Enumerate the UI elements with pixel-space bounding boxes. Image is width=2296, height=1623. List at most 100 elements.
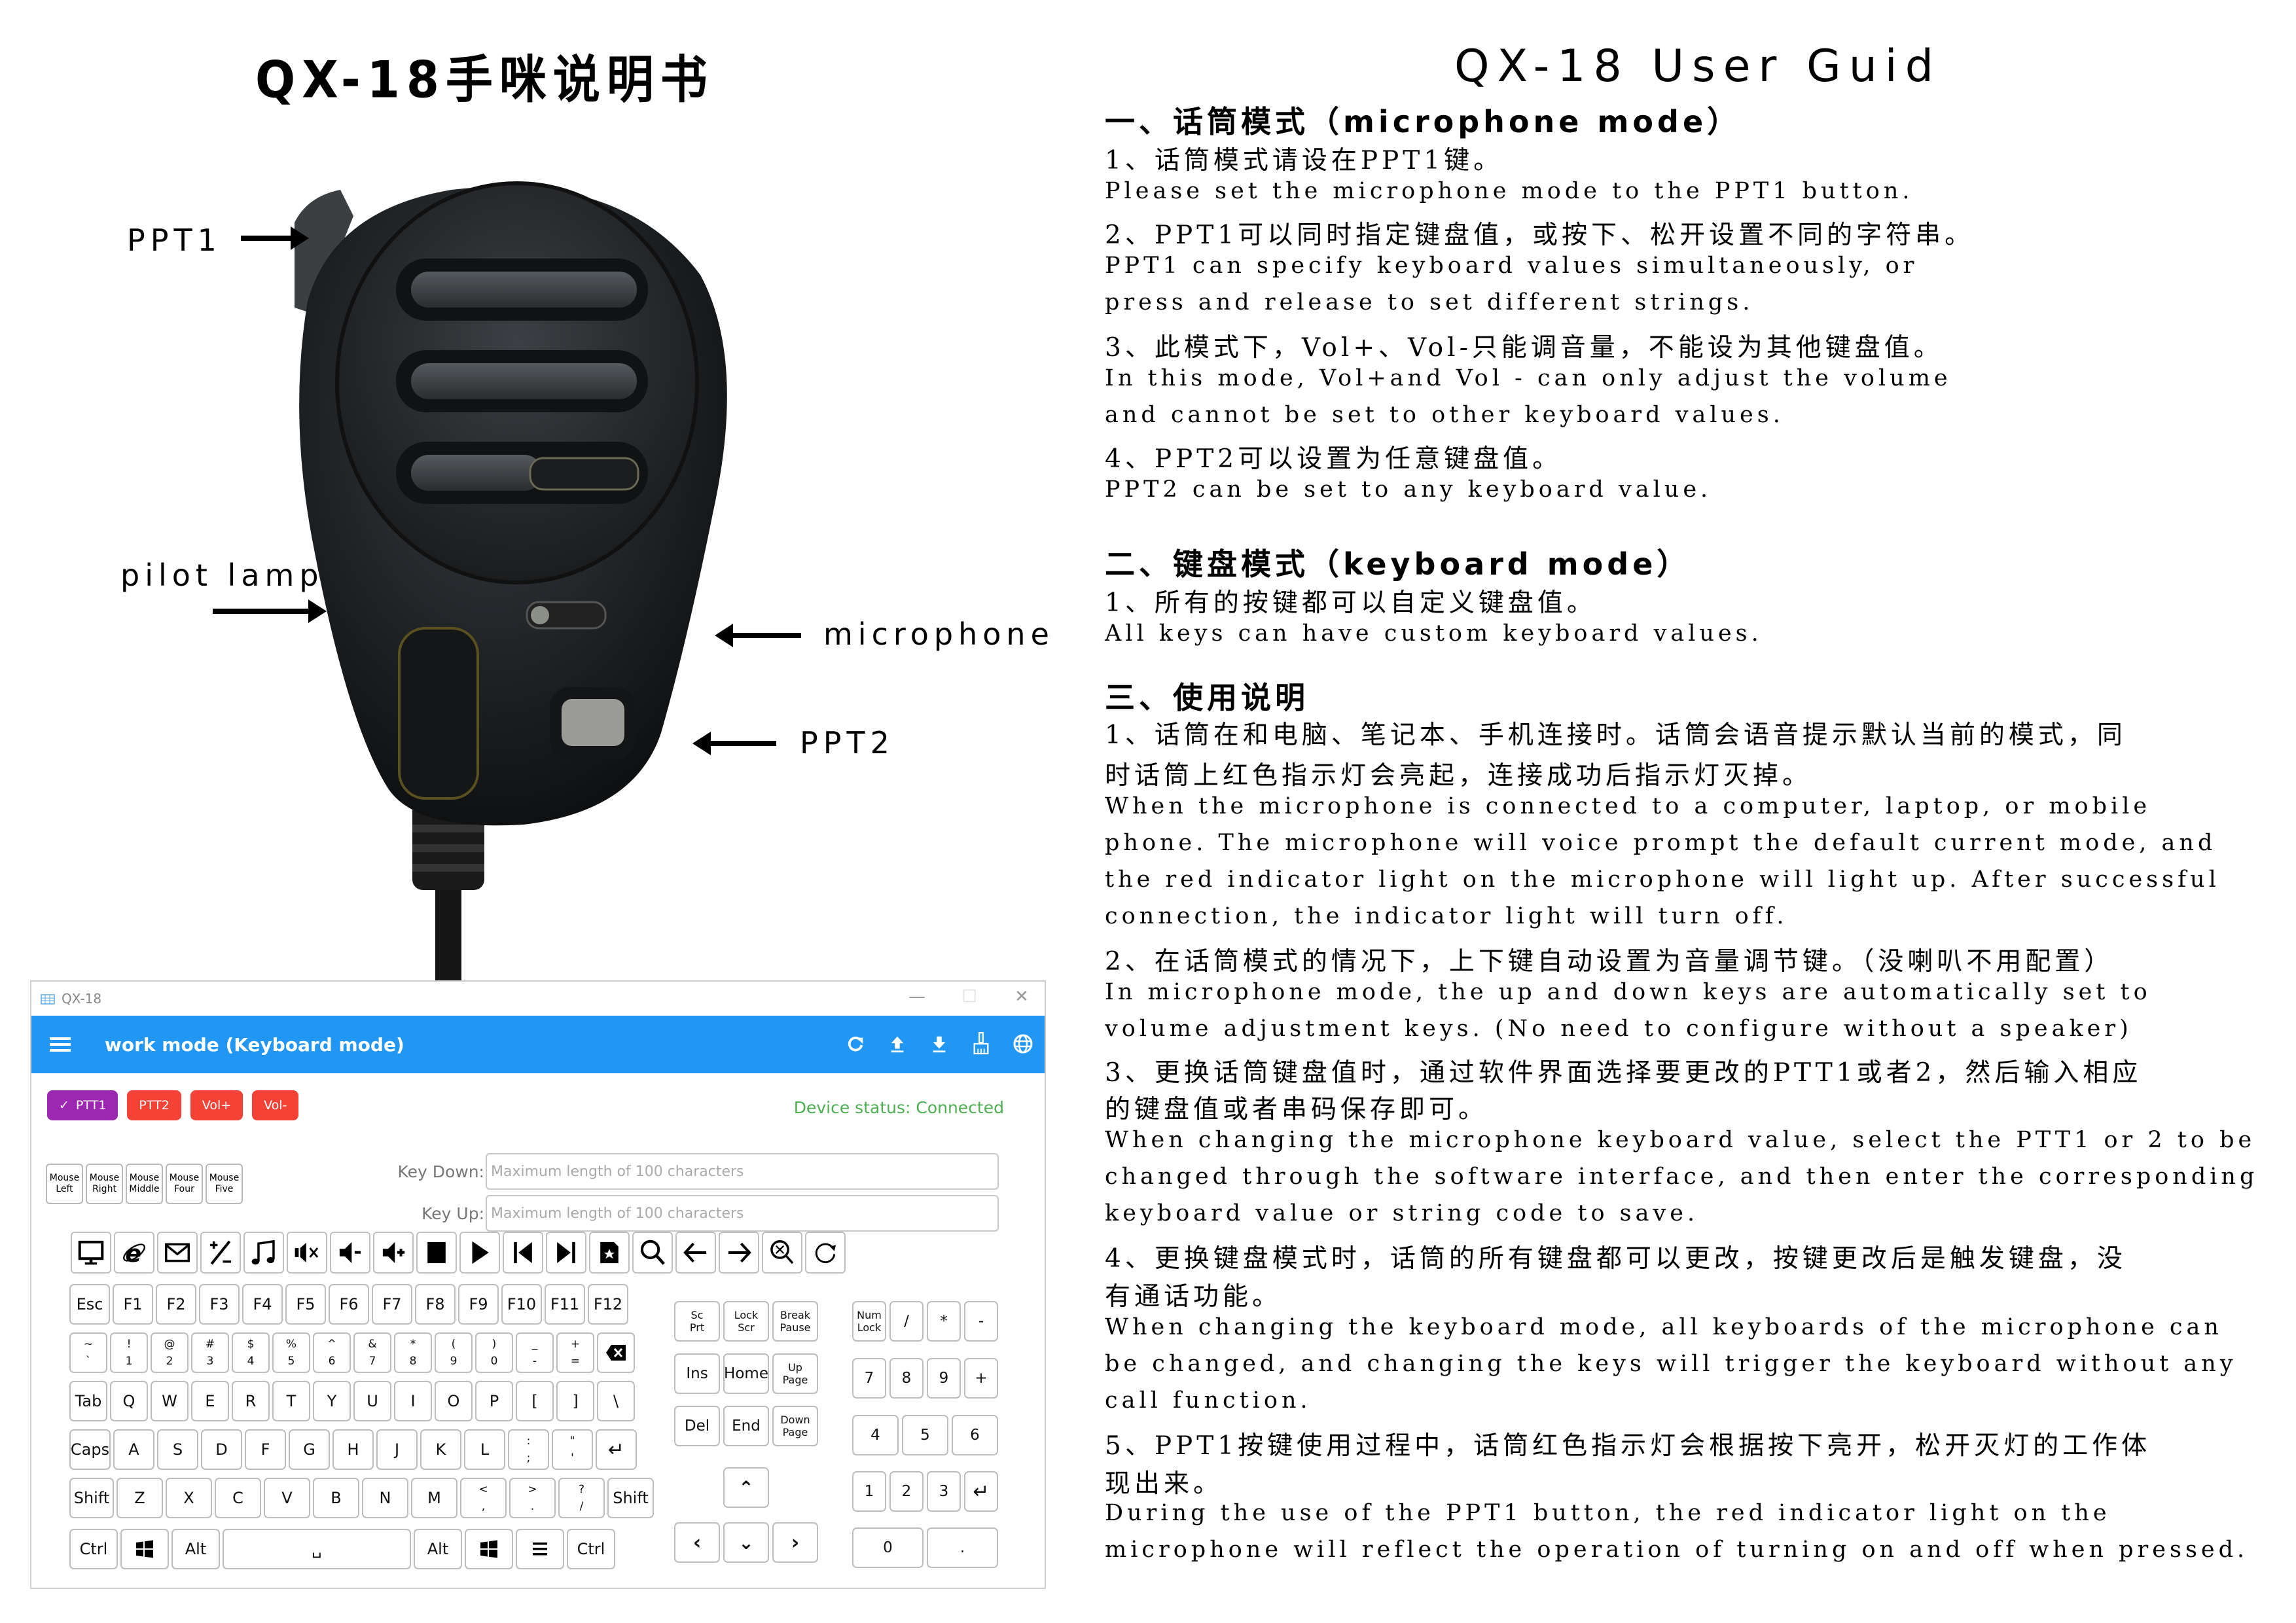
language-button[interactable] bbox=[1011, 1029, 1035, 1059]
browser-key[interactable]: e bbox=[114, 1232, 154, 1274]
media-player-key[interactable] bbox=[243, 1232, 284, 1274]
key-letter[interactable]: I bbox=[394, 1381, 432, 1421]
key-num-decimal[interactable]: . bbox=[927, 1527, 998, 1568]
key-letter[interactable]: B bbox=[313, 1478, 359, 1518]
mouse-four-key[interactable]: Mouse Four bbox=[166, 1164, 203, 1204]
key-punctuation[interactable]: >. bbox=[509, 1478, 556, 1518]
key-tab[interactable]: Tab bbox=[69, 1381, 107, 1421]
refresh-button[interactable] bbox=[843, 1029, 868, 1059]
key-ctrl-right[interactable]: Ctrl bbox=[567, 1529, 615, 1569]
key-number[interactable]: (9 bbox=[435, 1332, 473, 1373]
key-letter[interactable]: Z bbox=[117, 1478, 163, 1518]
key-f8[interactable]: F8 bbox=[415, 1284, 456, 1325]
search-key[interactable] bbox=[632, 1232, 673, 1274]
chip-ptt1[interactable]: ✓ PTT1 bbox=[47, 1090, 118, 1120]
key-num-3[interactable]: 3 bbox=[927, 1471, 961, 1512]
chip-vol-up[interactable]: Vol+ bbox=[190, 1090, 243, 1120]
key-letter[interactable]: V bbox=[264, 1478, 310, 1518]
key-letter[interactable]: [ bbox=[516, 1381, 554, 1421]
key-letter[interactable]: P bbox=[475, 1381, 513, 1421]
next-track-key[interactable] bbox=[546, 1232, 586, 1274]
key-f4[interactable]: F4 bbox=[242, 1284, 283, 1325]
browser-back-key[interactable] bbox=[675, 1232, 716, 1274]
key-up-input[interactable] bbox=[486, 1195, 999, 1232]
menu-icon[interactable] bbox=[50, 1034, 71, 1055]
chip-vol-down[interactable]: Vol- bbox=[252, 1090, 299, 1120]
key-end[interactable]: End bbox=[723, 1406, 769, 1446]
volume-down-key[interactable] bbox=[330, 1232, 370, 1274]
key-num-enter[interactable]: ↵ bbox=[964, 1471, 998, 1512]
key-num-lock[interactable]: Num Lock bbox=[852, 1301, 886, 1342]
key-letter[interactable]: O bbox=[435, 1381, 473, 1421]
key-letter[interactable]: F bbox=[245, 1429, 286, 1470]
key-number[interactable]: _ - bbox=[516, 1332, 554, 1373]
key-letter[interactable]: Y bbox=[313, 1381, 351, 1421]
upload-button[interactable] bbox=[885, 1029, 910, 1059]
key-punctuation[interactable]: :; bbox=[508, 1429, 549, 1470]
key-letter[interactable]: C bbox=[215, 1478, 261, 1518]
key-num-4[interactable]: 4 bbox=[852, 1415, 899, 1455]
calculator-key[interactable] bbox=[200, 1232, 241, 1274]
download-button[interactable] bbox=[927, 1029, 952, 1059]
mouse-left-key[interactable]: Mouse Left bbox=[46, 1164, 83, 1204]
play-pause-key[interactable] bbox=[459, 1232, 500, 1274]
key-menu[interactable] bbox=[516, 1529, 564, 1569]
key-letter[interactable]: X bbox=[166, 1478, 212, 1518]
key-num-0[interactable]: 0 bbox=[852, 1527, 924, 1568]
key-letter[interactable]: S bbox=[157, 1429, 198, 1470]
key-f9[interactable]: F9 bbox=[458, 1284, 499, 1325]
browser-refresh-key[interactable] bbox=[805, 1232, 846, 1274]
key-letter[interactable]: E bbox=[191, 1381, 229, 1421]
key-letter[interactable]: G bbox=[289, 1429, 330, 1470]
maximize-button[interactable]: ☐ bbox=[960, 987, 979, 1007]
key-number[interactable]: @2 bbox=[151, 1332, 188, 1373]
key-number[interactable]: ! 1 bbox=[110, 1332, 148, 1373]
key-num-7[interactable]: 7 bbox=[852, 1358, 886, 1399]
key-print-screen[interactable]: Sc Prt bbox=[674, 1301, 720, 1342]
chip-ptt2[interactable]: PTT2 bbox=[127, 1090, 181, 1120]
key-scroll-lock[interactable]: Lock Scr bbox=[723, 1301, 769, 1342]
mute-key[interactable] bbox=[287, 1232, 327, 1274]
key-num-multiply[interactable]: * bbox=[927, 1301, 961, 1342]
key-f6[interactable]: F6 bbox=[329, 1284, 369, 1325]
close-button[interactable]: ✕ bbox=[1012, 987, 1031, 1007]
key-f10[interactable]: F10 bbox=[501, 1284, 542, 1325]
key-f5[interactable]: F5 bbox=[285, 1284, 326, 1325]
key-enter[interactable]: ↵ bbox=[596, 1429, 637, 1470]
key-ctrl-left[interactable]: Ctrl bbox=[69, 1529, 118, 1569]
key-arrow-right[interactable]: › bbox=[772, 1522, 818, 1563]
favorites-key[interactable] bbox=[589, 1232, 630, 1274]
key-letter[interactable]: M bbox=[411, 1478, 457, 1518]
key-num-8[interactable]: 8 bbox=[889, 1358, 924, 1399]
key-pause-break[interactable]: Break Pause bbox=[772, 1301, 818, 1342]
key-number[interactable]: ^ 6 bbox=[313, 1332, 351, 1373]
previous-track-key[interactable] bbox=[503, 1232, 543, 1274]
key-punctuation[interactable]: " ' bbox=[552, 1429, 593, 1470]
key-insert[interactable]: Ins bbox=[674, 1353, 720, 1394]
key-shift-left[interactable]: Shift bbox=[69, 1478, 114, 1518]
key-f3[interactable]: F3 bbox=[199, 1284, 240, 1325]
key-num-2[interactable]: 2 bbox=[889, 1471, 924, 1512]
key-num-divide[interactable]: / bbox=[889, 1301, 924, 1342]
key-page-up[interactable]: Up Page bbox=[772, 1353, 818, 1394]
key-f11[interactable]: F11 bbox=[545, 1284, 585, 1325]
key-caps-lock[interactable]: Caps bbox=[69, 1429, 111, 1470]
key-punctuation[interactable]: ? / bbox=[558, 1478, 605, 1518]
browser-stop-key[interactable] bbox=[762, 1232, 802, 1274]
key-arrow-up[interactable]: ⌃ bbox=[723, 1467, 769, 1508]
key-number[interactable]: + = bbox=[556, 1332, 594, 1373]
key-f2[interactable]: F2 bbox=[156, 1284, 196, 1325]
key-letter[interactable]: K bbox=[420, 1429, 461, 1470]
key-number[interactable]: & 7 bbox=[353, 1332, 391, 1373]
my-computer-key[interactable] bbox=[71, 1232, 111, 1274]
minimize-button[interactable]: — bbox=[907, 987, 927, 1007]
key-page-down[interactable]: Down Page bbox=[772, 1406, 818, 1446]
key-space[interactable]: ␣ bbox=[223, 1529, 411, 1569]
key-arrow-left[interactable]: ‹ bbox=[674, 1522, 720, 1563]
key-num-minus[interactable]: - bbox=[964, 1301, 998, 1342]
key-punctuation[interactable]: <, bbox=[460, 1478, 507, 1518]
key-arrow-down[interactable]: ⌄ bbox=[723, 1522, 769, 1563]
key-letter[interactable]: H bbox=[332, 1429, 374, 1470]
key-esc[interactable]: Esc bbox=[69, 1284, 110, 1325]
key-num-9[interactable]: 9 bbox=[927, 1358, 961, 1399]
